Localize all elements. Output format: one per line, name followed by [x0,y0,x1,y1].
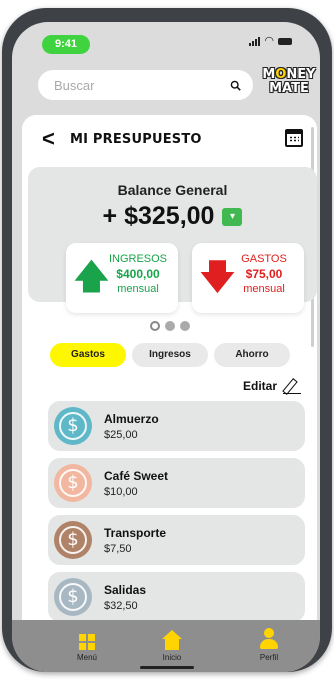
tab-gastos[interactable]: Gastos [50,343,126,367]
nav-icon-wrap [147,628,197,650]
expense-amount: $32,50 [104,599,138,612]
expense-amount: $10,00 [104,485,138,498]
pager-dot[interactable] [149,321,160,331]
dollar-icon: $ [54,464,92,502]
income-text: INGRESOS $400,00 mensual [102,253,174,295]
home-icon [162,630,182,650]
edit-label: Editar [242,379,277,393]
nav-icon-wrap [244,628,294,650]
nav-label: Inicio [162,653,182,662]
phone-frame: 9:41 ◠ MONEY MATE < MI PRESUPUESTO [2,8,332,672]
expense-name: Transporte [104,525,167,540]
list-item[interactable]: $ Transporte $7,50 [48,515,305,565]
expense-name: Almuerzo [104,411,159,426]
carousel-pager [22,321,317,331]
dollar-sign: $ [59,412,87,440]
bottom-nav: Menú Inicio Perfil [12,620,320,672]
nav-perfil[interactable]: Perfil [244,628,294,662]
dollar-icon: $ [54,407,92,445]
category-tabs: Gastos Ingresos Ahorro [50,343,290,367]
status-time: 9:41 [42,35,90,54]
expense-list: $ Almuerzo $25,00 $ Café Sweet $10,00 $ … [48,401,305,620]
edit-button[interactable]: Editar [243,378,301,394]
dollar-sign: $ [59,583,87,611]
expense-text: Café Sweet $10,00 [104,469,168,498]
money-mate-logo: MONEY MATE [260,68,318,102]
pencil-icon [283,378,301,394]
expense-text: GASTOS $75,00 mensual [228,253,300,295]
dollar-sign: $ [59,526,87,554]
person-icon [259,628,279,650]
expense-text: Salidas $32,50 [104,583,146,612]
grid-icon [79,634,95,650]
income-period: mensual [117,283,159,295]
tab-ahorro[interactable]: Ahorro [214,343,290,367]
app-screen: 9:41 ◠ MONEY MATE < MI PRESUPUESTO [12,22,320,672]
pager-dot[interactable] [179,321,190,331]
status-bar: 9:41 ◠ [12,22,320,62]
wifi-icon: ◠ [264,35,274,47]
expense-amount: $7,50 [104,542,132,555]
expense-name: Café Sweet [104,468,169,483]
home-indicator [140,666,194,669]
signal-icon [249,36,261,46]
list-item[interactable]: $ Café Sweet $10,00 [48,458,305,508]
expense-text: Almuerzo $25,00 [104,412,159,441]
status-icons: ◠ [249,35,292,47]
dollar-icon: $ [54,521,92,559]
search-bar[interactable] [38,70,253,100]
page-header: < MI PRESUPUESTO [42,127,307,151]
budget-panel: < MI PRESUPUESTO Balance General + $325,… [22,115,317,620]
nav-label: Perfil [259,653,279,662]
income-amount: $400,00 [116,267,160,281]
dollar-sign: $ [59,469,87,497]
search-input[interactable] [54,77,230,93]
expense-amount: $75,00 [245,267,283,281]
income-label: INGRESOS [108,253,168,265]
balance-row: + $325,00 ▾ [28,202,317,231]
list-item[interactable]: $ Almuerzo $25,00 [48,401,305,451]
nav-inicio[interactable]: Inicio [147,628,197,662]
list-item[interactable]: $ Salidas $32,50 [48,572,305,620]
nav-menu[interactable]: Menú [62,628,112,662]
expense-card[interactable]: 🡇 GASTOS $75,00 mensual [192,243,304,313]
back-arrow-icon[interactable]: < [42,128,62,150]
page-title: MI PRESUPUESTO [70,131,202,147]
calendar-icon[interactable] [285,129,303,147]
expense-amount: $25,00 [104,428,138,441]
balance-amount: + $325,00 [102,202,215,230]
balance-title: Balance General [117,182,228,198]
battery-icon [278,37,292,45]
tab-ingresos[interactable]: Ingresos [132,343,208,367]
logo-line2: MATE [269,81,309,96]
expense-name: Salidas [104,582,147,597]
pager-dot[interactable] [164,321,175,331]
logo-letter: M [262,67,276,82]
expense-period: mensual [243,283,285,295]
logo-letters: NEY [286,67,316,82]
balance-dropdown-icon[interactable]: ▾ [222,207,243,226]
income-card[interactable]: 🡅 INGRESOS $400,00 mensual [66,243,178,313]
nav-label: Menú [76,653,97,662]
nav-icon-wrap [62,628,112,650]
logo-letter-o: O [275,67,287,82]
search-icon[interactable] [230,79,241,92]
expense-label: GASTOS [241,253,287,265]
expense-text: Transporte $7,50 [104,526,166,555]
dollar-icon: $ [54,578,92,616]
